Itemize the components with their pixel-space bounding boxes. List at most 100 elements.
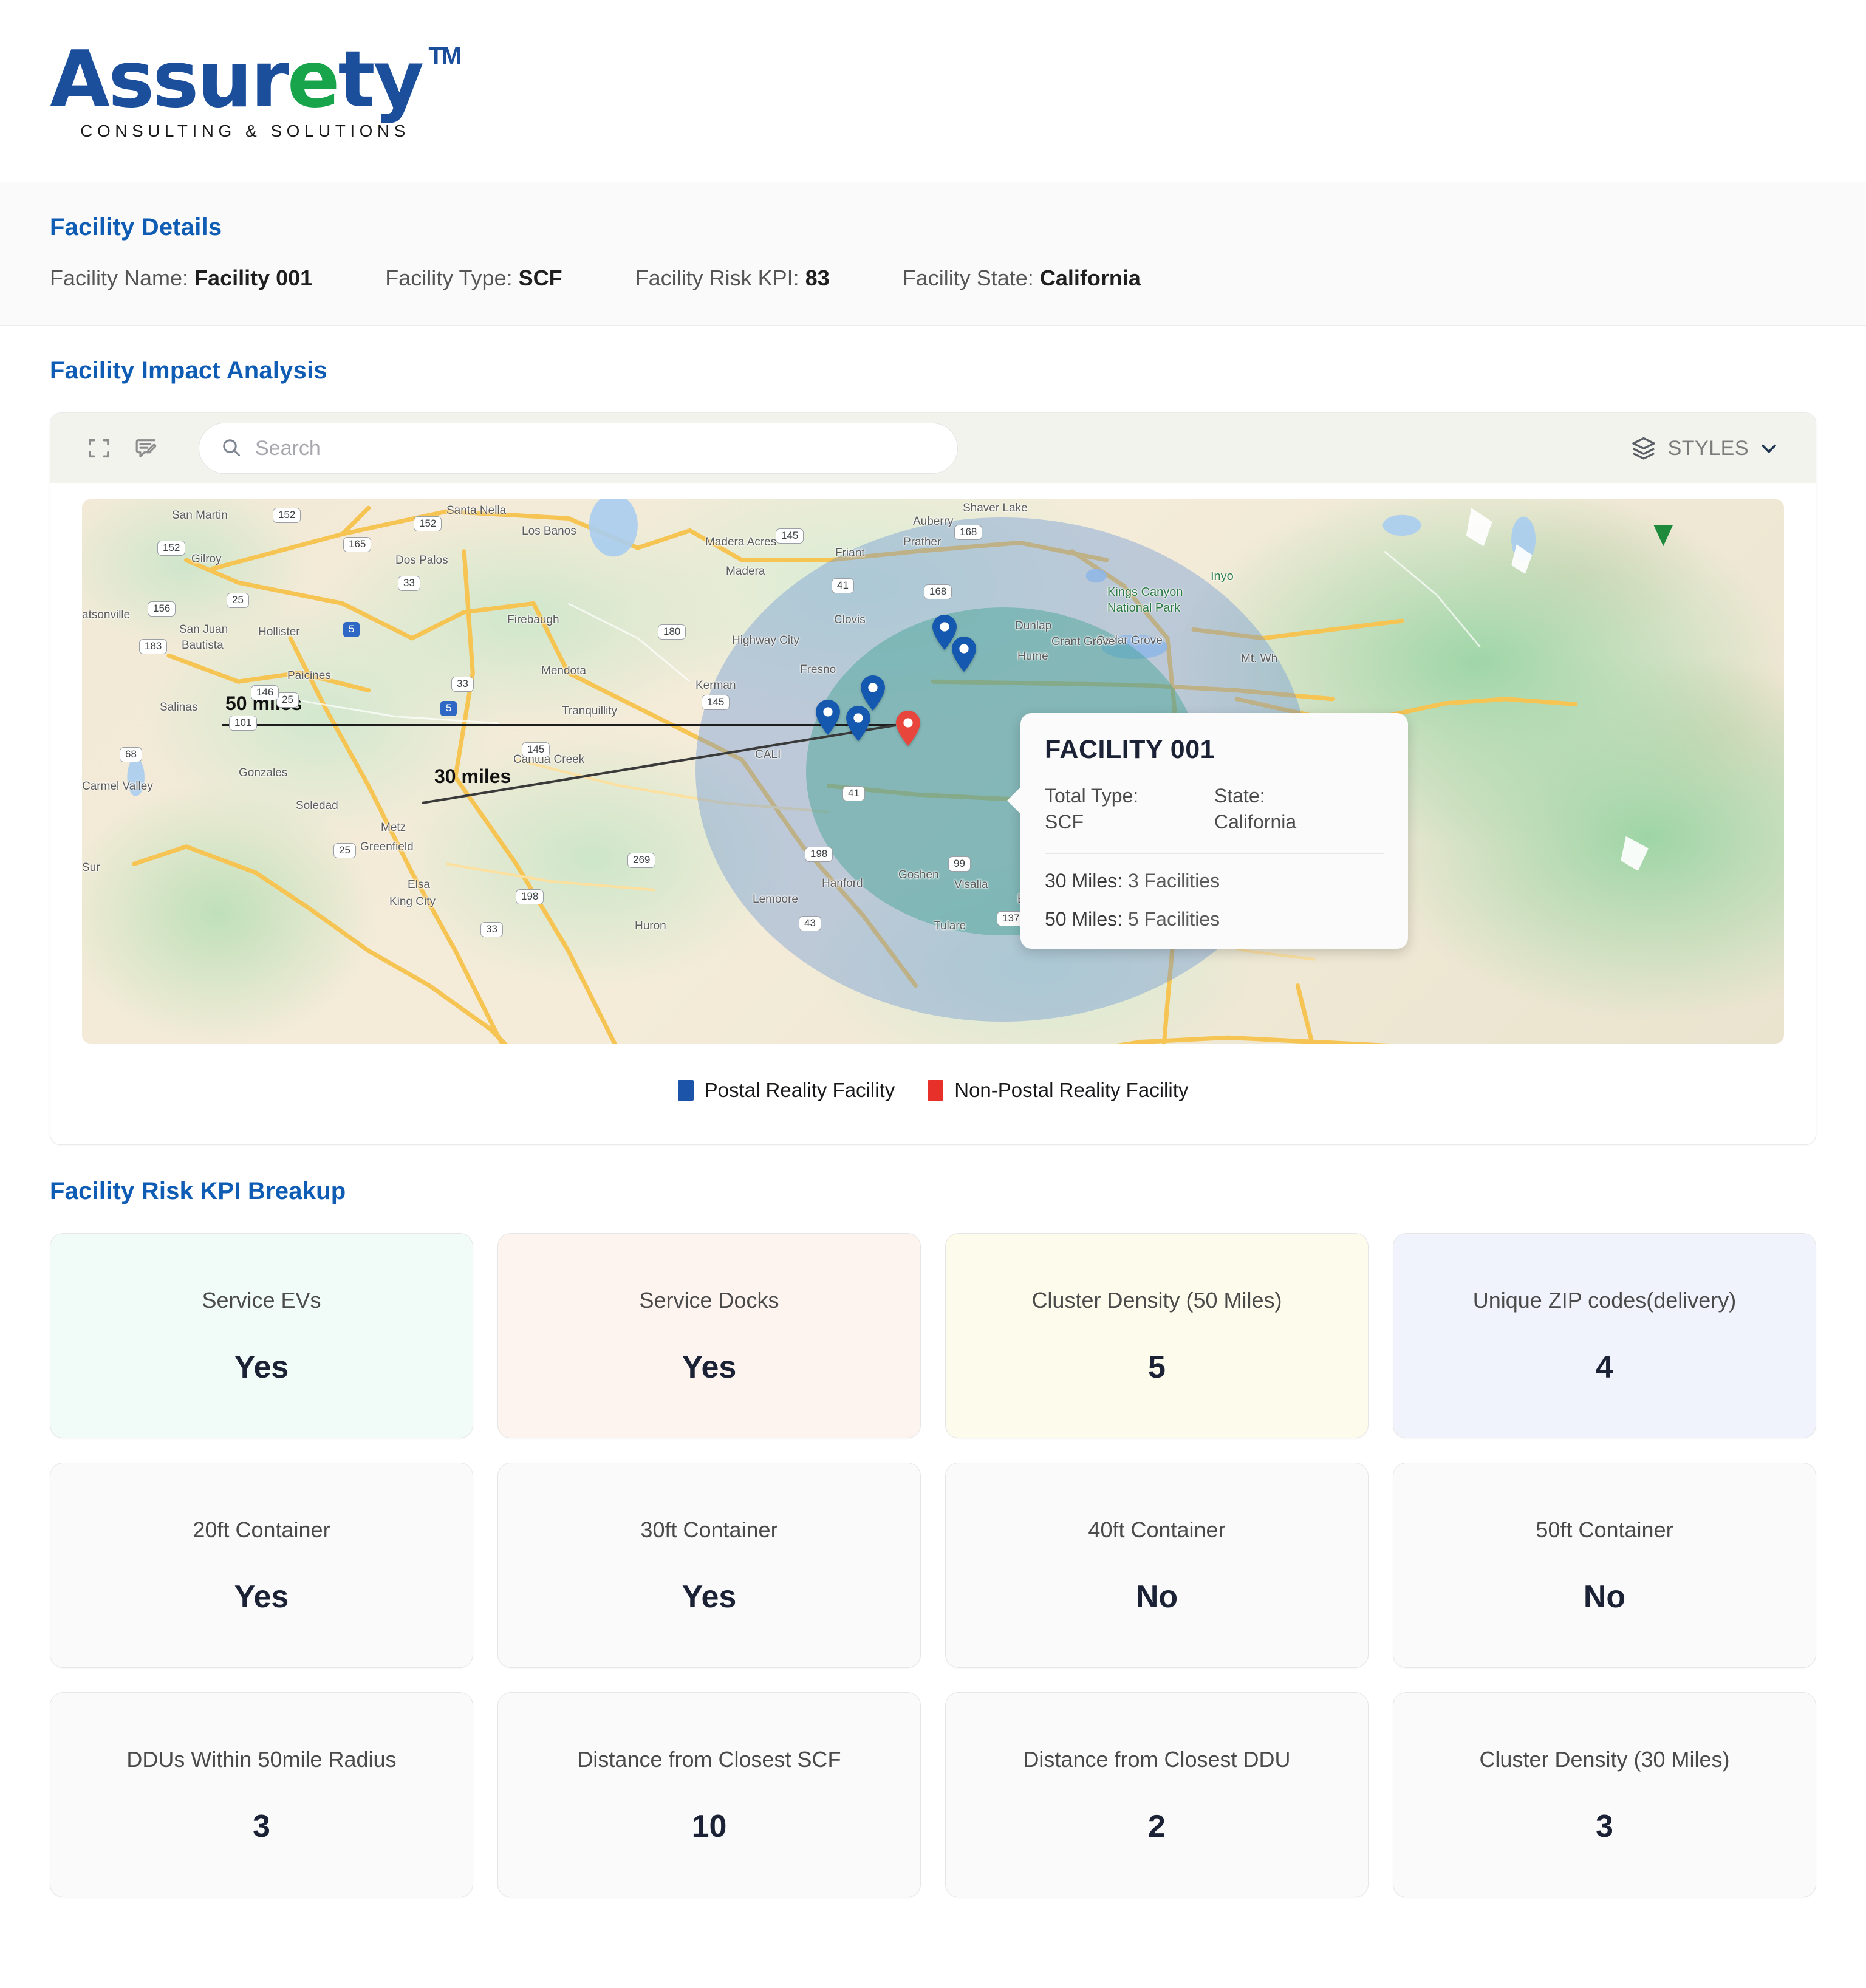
map-route-shield: 101: [229, 716, 258, 731]
search-input[interactable]: [255, 436, 937, 460]
kpi-card-label: DDUs Within 50mile Radius: [126, 1746, 397, 1772]
map-route-shield: 165: [343, 537, 372, 552]
kpi-card: 20ft Container Yes: [50, 1463, 473, 1668]
facility-state-label: Facility State:: [902, 265, 1034, 290]
facility-name-label: Facility Name:: [50, 265, 189, 290]
map-route-shield: 146: [251, 685, 279, 700]
kpi-card-label: 50ft Container: [1536, 1517, 1673, 1542]
facility-risk-kpi-value: 83: [805, 265, 830, 290]
map-route-shield: 43: [799, 916, 821, 931]
popup-50-miles-stat: 50 Miles: 5 Facilities: [1045, 892, 1384, 931]
map-route-shield: 33: [480, 922, 503, 937]
kpi-card-value: 4: [1596, 1349, 1613, 1385]
map-route-shield: 41: [832, 578, 854, 593]
assurety-logo: Assurety TM CONSULTING & SOLUTIONS: [50, 41, 462, 141]
facility-impact-title: Facility Impact Analysis: [50, 357, 327, 384]
map-route-shield: 198: [805, 847, 833, 862]
kpi-card-grid: Service EVs Yes Service Docks Yes Cluster De…: [50, 1233, 1816, 1897]
map-route-shield: 145: [702, 695, 730, 710]
map-pin-postal-facility[interactable]: [951, 637, 977, 672]
map-route-shield: 152: [157, 541, 186, 556]
popup-state-label: State:: [1214, 785, 1265, 807]
map-styles-button[interactable]: STYLES: [1630, 435, 1779, 462]
radius-30-label: 30 miles: [434, 765, 511, 787]
search-icon: [220, 436, 242, 461]
map-route-shield: 168: [924, 584, 952, 599]
facility-name-value: Facility 001: [194, 265, 313, 290]
kpi-card: Distance from Closest SCF 10: [497, 1692, 921, 1897]
kpi-card: Service EVs Yes: [50, 1233, 473, 1438]
map-pin-selected-facility[interactable]: [895, 711, 921, 746]
map-card: STYLES: [50, 412, 1816, 1145]
kpi-card-value: No: [1583, 1579, 1626, 1614]
trademark-mark: TM: [428, 42, 462, 69]
map-legend: Postal Reality Facility Non-Postal Reali…: [50, 1044, 1816, 1144]
facility-details-title: Facility Details: [50, 214, 222, 241]
map-route-shield: 5: [440, 701, 457, 716]
legend-swatch-non-postal: [928, 1080, 944, 1101]
popup-50-miles-label: 50 Miles:: [1045, 908, 1123, 931]
popup-type-value: SCF: [1045, 811, 1084, 833]
map-route-shield: 183: [139, 639, 168, 654]
fullscreen-icon[interactable]: [82, 431, 116, 465]
kpi-card: 30ft Container Yes: [497, 1463, 921, 1668]
map-search-box[interactable]: [199, 423, 958, 474]
kpi-card-label: 40ft Container: [1088, 1517, 1226, 1542]
map-route-shield: 68: [120, 747, 142, 762]
kpi-breakup-title: Facility Risk KPI Breakup: [50, 1178, 346, 1204]
kpi-card-value: 5: [1148, 1349, 1166, 1385]
map-route-shield: 269: [627, 853, 656, 868]
kpi-card-value: No: [1135, 1579, 1178, 1614]
map-route-shield: 25: [227, 593, 249, 608]
kpi-card-label: Cluster Density (30 Miles): [1479, 1746, 1730, 1772]
popup-state-block: State: California: [1214, 783, 1384, 835]
map-route-shield: 5: [343, 622, 360, 637]
kpi-card-label: Service Docks: [639, 1287, 779, 1313]
facility-impact-section: Facility Impact Analysis Search STYLES 5…: [0, 326, 1866, 1145]
map-route-shield: 33: [398, 576, 420, 591]
kpi-card: Cluster Density (30 Miles) 3: [1393, 1692, 1816, 1897]
kpi-breakup-section: Facility Risk KPI Breakup Service EVs Yes…: [0, 1145, 1866, 1952]
popup-state-value: California: [1214, 811, 1297, 833]
logo-text-e: e: [287, 34, 340, 125]
map-canvas[interactable]: 50 miles 30 miles San Martin Santa Nella L…: [82, 499, 1784, 1044]
kpi-card-label: Cluster Density (50 Miles): [1031, 1287, 1282, 1313]
map-route-shield: 152: [273, 508, 301, 523]
popup-30-miles-value: 3 Facilities: [1127, 870, 1220, 892]
kpi-card-label: Distance from Closest SCF: [577, 1746, 841, 1772]
map-pin-postal-facility[interactable]: [815, 700, 841, 735]
map-route-shield: 152: [414, 516, 442, 531]
popup-type-label: Total Type:: [1045, 785, 1139, 807]
kpi-card-value: Yes: [682, 1349, 737, 1385]
facility-type-value: SCF: [518, 265, 562, 290]
legend-item-non-postal: Non-Postal Reality Facility: [928, 1079, 1188, 1102]
kpi-card-value: 2: [1148, 1808, 1166, 1844]
chevron-down-icon: [1758, 438, 1779, 459]
map-route-shield: 180: [658, 624, 686, 640]
kpi-card-label: 30ft Container: [640, 1517, 778, 1542]
kpi-card-value: Yes: [234, 1579, 289, 1614]
facility-risk-kpi-label: Facility Risk KPI:: [635, 265, 799, 290]
map-route-shield: 145: [522, 742, 550, 757]
map-route-shield: 168: [954, 525, 983, 540]
facility-type-label: Facility Type:: [385, 265, 513, 290]
map-pin-postal-facility[interactable]: [845, 706, 872, 741]
layers-icon: [1630, 435, 1657, 462]
annotate-icon[interactable]: [129, 431, 163, 465]
logo-text-part1: Assur: [50, 34, 289, 125]
map-route-shield: 198: [516, 889, 544, 904]
facility-popup-title: FACILITY 001: [1045, 735, 1215, 764]
map-stage: 50 miles 30 miles San Martin Santa Nella L…: [50, 483, 1816, 1044]
popup-30-miles-stat: 30 Miles: 3 Facilities: [1045, 854, 1384, 892]
kpi-card-label: 20ft Container: [193, 1517, 330, 1542]
map-route-shield: 33: [451, 677, 474, 692]
kpi-card-value: 10: [691, 1808, 727, 1844]
kpi-card-value: 3: [1596, 1808, 1613, 1844]
legend-swatch-postal: [677, 1080, 694, 1101]
map-route-shield: 41: [842, 786, 865, 801]
legend-label-postal: Postal Reality Facility: [704, 1079, 895, 1101]
kpi-card-label: Service EVs: [202, 1287, 321, 1313]
kpi-card: Distance from Closest DDU 2: [945, 1692, 1369, 1897]
kpi-card: 50ft Container No: [1393, 1463, 1816, 1668]
kpi-card-value: 3: [253, 1808, 270, 1844]
